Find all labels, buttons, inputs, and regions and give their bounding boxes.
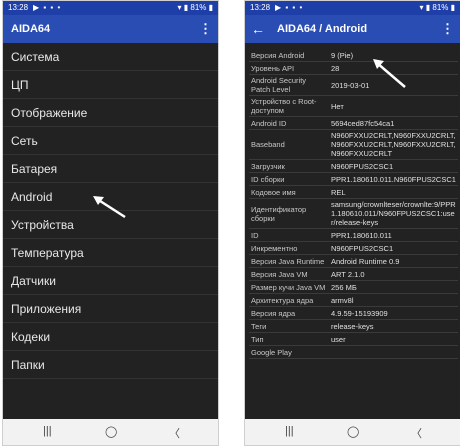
row-value: release-keys [331, 321, 374, 331]
menu-item-network[interactable]: Сеть [3, 127, 218, 155]
table-row: Версия Java Runtime Android Runtime 0.9 [249, 255, 458, 268]
phone-left: 13:28 ▶ ▪ ▪ • ▾ ▮ 81% ▮ AIDA64 ⋮ Система… [2, 0, 219, 446]
status-time: 13:28 [250, 3, 271, 12]
row-value: user [331, 334, 346, 344]
home-button[interactable]: ◯ [347, 425, 359, 438]
back-nav-button[interactable]: 〈 [411, 425, 422, 441]
phone-right: 13:28 ▶ ▪ ▪ • ▾ ▮ 81% ▮ ← AIDA64 / Andro… [244, 0, 460, 446]
status-notification-icons: ▶ ▪ ▪ • [275, 3, 304, 12]
table-row: ID PPR1.180610.011 [249, 229, 458, 242]
menu-item-cpu[interactable]: ЦП [3, 71, 218, 99]
table-row: Android Security Patch Level 2019-03-01 [249, 75, 458, 96]
row-value: armv8l [331, 295, 354, 305]
table-row: Идентификатор сборки samsung/crownlteser/… [249, 199, 458, 229]
row-value: 256 МБ [331, 282, 357, 292]
android-info-table: Версия Android 9 (Pie) Уровень API 28 Andr… [249, 49, 458, 359]
row-key: Версия Java Runtime [251, 256, 325, 266]
menu-item-display[interactable]: Отображение [3, 99, 218, 127]
row-key: Версия Java VM [251, 269, 308, 279]
row-value: Нет [331, 101, 344, 111]
row-key: Baseband [251, 140, 285, 149]
row-key: Версия ядра [251, 308, 296, 318]
row-value: 4.9.59-15193909 [331, 308, 388, 318]
status-battery: ▾ ▮ 81% ▮ [419, 3, 456, 12]
row-key: Android Security Patch Level [251, 76, 307, 94]
row-key: Загрузчик [251, 161, 285, 171]
recents-button[interactable]: ||| [285, 425, 294, 437]
back-nav-button[interactable]: 〈 [169, 425, 180, 441]
table-row: Устройство с Root-доступом Нет [249, 96, 458, 117]
row-value: N960FXXU2CRLT,N960FXXU2CRLT,N960FXXU2CRL… [331, 131, 456, 158]
table-row: Версия Android 9 (Pie) [249, 49, 458, 62]
table-row: Уровень API 28 [249, 62, 458, 75]
row-key: Устройство с Root-доступом [251, 97, 317, 115]
app-title: AIDA64 / Android [277, 23, 368, 35]
recents-button[interactable]: ||| [43, 425, 52, 437]
pointer-arrow-icon [373, 59, 406, 88]
menu-item-temperature[interactable]: Температура [3, 239, 218, 267]
status-bar: 13:28 ▶ ▪ ▪ • ▾ ▮ 81% ▮ [3, 1, 218, 15]
row-key: Теги [251, 321, 267, 331]
row-value: PPR1.180610.011.N960FPUS2CSC1 [331, 174, 456, 184]
status-notification-icons: ▶ ▪ ▪ • [33, 3, 62, 12]
nav-bar: ||| ◯ 〈 [245, 419, 460, 445]
back-arrow-icon[interactable]: ← [251, 15, 265, 43]
table-row: Архитектура ядра armv8l [249, 294, 458, 307]
overflow-menu-icon[interactable]: ⋮ [199, 15, 212, 43]
table-row: Версия Java VM ART 2.1.0 [249, 268, 458, 281]
home-button[interactable]: ◯ [105, 425, 117, 438]
row-key: Кодовое имя [251, 187, 296, 197]
app-bar: ← AIDA64 / Android ⋮ [245, 15, 460, 43]
table-row: Размер кучи Java VM 256 МБ [249, 281, 458, 294]
pointer-arrow-icon [93, 196, 126, 219]
row-value: PPR1.180610.011 [331, 230, 392, 240]
table-row: Тип user [249, 333, 458, 346]
row-key: ID сборки [251, 174, 285, 184]
table-row: Google Play [249, 346, 458, 359]
row-value: N960FPUS2CSC1 [331, 243, 394, 253]
status-battery: ▾ ▮ 81% ▮ [177, 3, 214, 12]
status-time: 13:28 [8, 3, 29, 12]
table-row: ID сборки PPR1.180610.011.N960FPUS2CSC1 [249, 173, 458, 186]
row-value: REL [331, 187, 346, 197]
menu-item-system[interactable]: Система [3, 43, 218, 71]
row-value: 5694ced87fc54ca1 [331, 118, 395, 128]
status-bar: 13:28 ▶ ▪ ▪ • ▾ ▮ 81% ▮ [245, 1, 460, 15]
row-key: Архитектура ядра [251, 295, 314, 305]
table-row: Теги release-keys [249, 320, 458, 333]
nav-bar: ||| ◯ 〈 [3, 419, 218, 445]
row-key: Идентификатор сборки [251, 204, 307, 223]
row-key: Инкрементно [251, 243, 298, 253]
table-row: Baseband N960FXXU2CRLT,N960FXXU2CRLT,N960… [249, 130, 458, 160]
table-row: Версия ядра 4.9.59-15193909 [249, 307, 458, 320]
table-row: Кодовое имя REL [249, 186, 458, 199]
row-key: Android ID [251, 118, 287, 128]
row-value: samsung/crownlteser/crownlte:9/PPR1.1806… [331, 200, 456, 227]
row-key: Размер кучи Java VM [251, 282, 326, 292]
row-value: Android Runtime 0.9 [331, 256, 400, 266]
menu-item-codecs[interactable]: Кодеки [3, 323, 218, 351]
row-key: Тип [251, 334, 264, 344]
row-key: Версия Android [251, 50, 305, 60]
app-bar: AIDA64 ⋮ [3, 15, 218, 43]
menu-item-folders[interactable]: Папки [3, 351, 218, 379]
app-title: AIDA64 [11, 23, 51, 35]
menu-item-battery[interactable]: Батарея [3, 155, 218, 183]
row-key: ID [251, 230, 259, 240]
table-row: Инкрементно N960FPUS2CSC1 [249, 242, 458, 255]
row-key: Уровень API [251, 63, 295, 73]
table-row: Загрузчик N960FPUS2CSC1 [249, 160, 458, 173]
overflow-menu-icon[interactable]: ⋮ [441, 15, 454, 43]
menu-item-apps[interactable]: Приложения [3, 295, 218, 323]
table-row: Android ID 5694ced87fc54ca1 [249, 117, 458, 130]
row-key: Google Play [251, 347, 292, 357]
menu-item-sensors[interactable]: Датчики [3, 267, 218, 295]
row-value: N960FPUS2CSC1 [331, 161, 394, 171]
row-value: ART 2.1.0 [331, 269, 365, 279]
